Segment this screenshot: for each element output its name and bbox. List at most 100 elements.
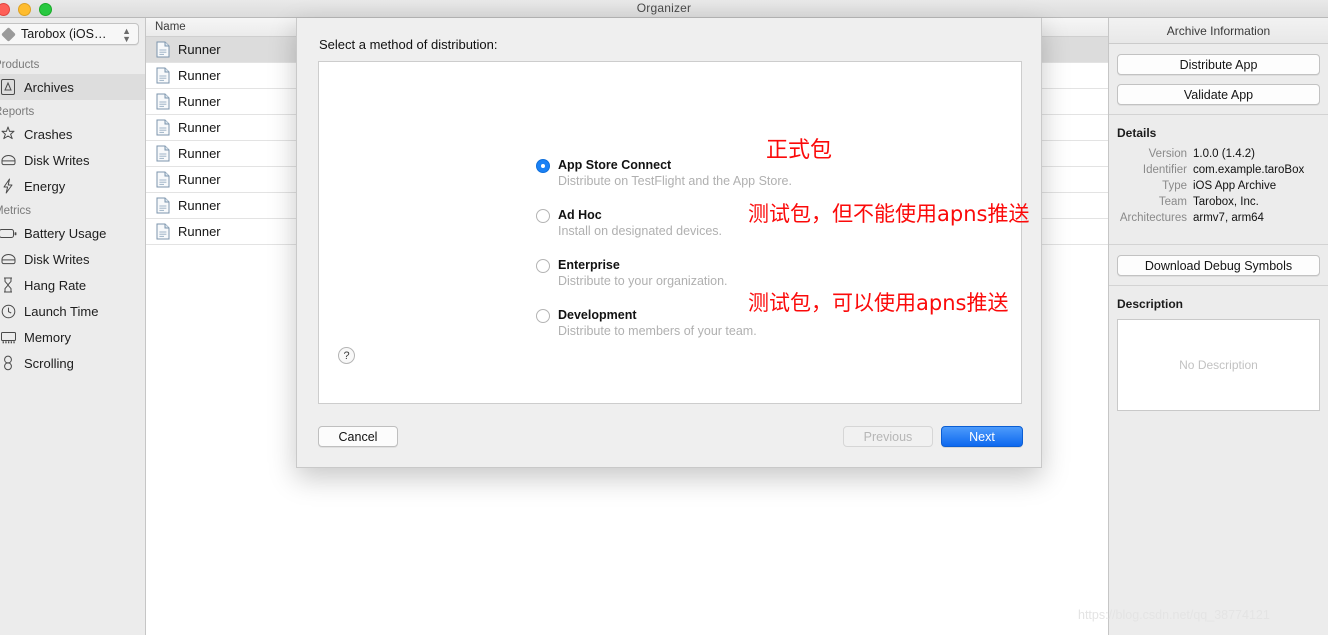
option-subtitle: Distribute on TestFlight and the App Sto… xyxy=(558,173,792,190)
distribution-method-dialog: Select a method of distribution: App Sto… xyxy=(296,18,1042,468)
previous-button: Previous xyxy=(843,426,933,447)
detail-value: armv7, arm64 xyxy=(1193,212,1264,224)
window-titlebar: Organizer xyxy=(0,0,1328,18)
hourglass-icon xyxy=(0,277,18,293)
detail-row-team: Team Tarobox, Inc. xyxy=(1109,196,1328,208)
chevron-up-down-icon: ▲▼ xyxy=(122,27,131,43)
cancel-button[interactable]: Cancel xyxy=(318,426,398,447)
sidebar-section-products: Products xyxy=(0,53,145,74)
sidebar-item-label: Archives xyxy=(24,80,74,95)
archive-name: Runner xyxy=(178,224,221,239)
archive-name: Runner xyxy=(178,146,221,161)
detail-value: 1.0.0 (1.4.2) xyxy=(1193,148,1255,160)
sidebar-item-disk-writes-metrics[interactable]: Disk Writes xyxy=(0,246,145,272)
clock-icon xyxy=(0,303,18,319)
sidebar-item-label: Scrolling xyxy=(24,356,74,371)
scheme-label: Tarobox (iOS… xyxy=(21,27,106,41)
annotation-official-build: 正式包 xyxy=(766,132,832,164)
radio-button-selected-icon[interactable] xyxy=(536,159,550,173)
sidebar-item-label: Disk Writes xyxy=(24,252,89,267)
detail-row-type: Type iOS App Archive xyxy=(1109,180,1328,192)
help-button[interactable]: ? xyxy=(338,347,355,364)
description-textarea[interactable]: No Description xyxy=(1117,319,1320,411)
detail-key: Architectures xyxy=(1109,212,1193,224)
details-list: Version 1.0.0 (1.4.2) Identifier com.exa… xyxy=(1109,148,1328,224)
document-icon xyxy=(156,119,170,136)
option-app-store-connect[interactable]: App Store Connect Distribute on TestFlig… xyxy=(536,158,792,190)
next-button[interactable]: Next xyxy=(941,426,1023,447)
sidebar-item-crashes[interactable]: Crashes xyxy=(0,121,145,147)
archive-name: Runner xyxy=(178,42,221,57)
sidebar-section-metrics: Metrics xyxy=(0,199,145,220)
sidebar-item-scrolling[interactable]: Scrolling xyxy=(0,350,145,376)
detail-key: Type xyxy=(1109,180,1193,192)
organizer-window: Organizer Tarobox (iOS… ▲▼ Products Arch… xyxy=(0,0,1328,635)
download-debug-symbols-button[interactable]: Download Debug Symbols xyxy=(1117,255,1320,276)
archive-icon xyxy=(0,79,18,95)
distribution-options-group: App Store Connect Distribute on TestFlig… xyxy=(536,158,792,358)
option-subtitle: Distribute to members of your team. xyxy=(558,323,792,340)
disk-icon xyxy=(0,152,18,168)
validate-app-button[interactable]: Validate App xyxy=(1117,84,1320,105)
option-title: Enterprise xyxy=(558,258,792,273)
disk-icon xyxy=(0,251,18,267)
document-icon xyxy=(156,93,170,110)
radio-button-icon[interactable] xyxy=(536,309,550,323)
distribute-app-button[interactable]: Distribute App xyxy=(1117,54,1320,75)
document-icon xyxy=(156,223,170,240)
archive-name: Runner xyxy=(178,94,221,109)
inspector-title: Archive Information xyxy=(1109,18,1328,44)
sidebar-item-label: Hang Rate xyxy=(24,278,86,293)
description-heading: Description xyxy=(1109,286,1328,319)
option-title: App Store Connect xyxy=(558,158,792,173)
archive-name: Runner xyxy=(178,172,221,187)
document-icon xyxy=(156,145,170,162)
document-icon xyxy=(156,197,170,214)
document-icon xyxy=(156,41,170,58)
scrolling-icon xyxy=(0,355,18,371)
archive-name: Runner xyxy=(178,120,221,135)
detail-value: iOS App Archive xyxy=(1193,180,1276,192)
bolt-icon xyxy=(0,178,18,194)
archive-name: Runner xyxy=(178,198,221,213)
sidebar-item-label: Battery Usage xyxy=(24,226,106,241)
detail-row-version: Version 1.0.0 (1.4.2) xyxy=(1109,148,1328,160)
window-title: Organizer xyxy=(0,1,1328,15)
options-well: App Store Connect Distribute on TestFlig… xyxy=(318,61,1022,404)
sidebar-item-energy[interactable]: Energy xyxy=(0,173,145,199)
crash-star-icon xyxy=(0,126,18,142)
diamond-scheme-icon xyxy=(1,27,16,42)
detail-value: Tarobox, Inc. xyxy=(1193,196,1259,208)
sidebar-item-archives[interactable]: Archives xyxy=(0,74,145,100)
document-icon xyxy=(156,171,170,188)
sidebar-item-label: Disk Writes xyxy=(24,153,89,168)
option-enterprise[interactable]: Enterprise Distribute to your organizati… xyxy=(536,258,792,290)
left-sidebar: Tarobox (iOS… ▲▼ Products Archives Repor… xyxy=(0,18,146,635)
sidebar-item-memory[interactable]: Memory xyxy=(0,324,145,350)
sidebar-item-disk-writes-reports[interactable]: Disk Writes xyxy=(0,147,145,173)
detail-key: Version xyxy=(1109,148,1193,160)
scheme-popup-button[interactable]: Tarobox (iOS… ▲▼ xyxy=(0,23,139,45)
sidebar-item-launch-time[interactable]: Launch Time xyxy=(0,298,145,324)
dialog-prompt: Select a method of distribution: xyxy=(319,37,498,52)
sidebar-item-label: Memory xyxy=(24,330,71,345)
sidebar-item-battery-usage[interactable]: Battery Usage xyxy=(0,220,145,246)
sidebar-item-label: Crashes xyxy=(24,127,72,142)
detail-row-architectures: Architectures armv7, arm64 xyxy=(1109,212,1328,224)
document-icon xyxy=(156,67,170,84)
details-heading: Details xyxy=(1109,115,1328,148)
annotation-development-apns: 测试包，可以使用apns推送 xyxy=(748,287,1008,317)
annotation-adhoc-no-apns: 测试包，但不能使用apns推送 xyxy=(748,198,1029,228)
battery-icon xyxy=(0,225,18,241)
detail-value: com.example.taroBox xyxy=(1193,164,1304,176)
radio-button-icon[interactable] xyxy=(536,209,550,223)
detail-key: Team xyxy=(1109,196,1193,208)
radio-button-icon[interactable] xyxy=(536,259,550,273)
detail-key: Identifier xyxy=(1109,164,1193,176)
archive-name: Runner xyxy=(178,68,221,83)
detail-row-identifier: Identifier com.example.taroBox xyxy=(1109,164,1328,176)
sidebar-item-hang-rate[interactable]: Hang Rate xyxy=(0,272,145,298)
archive-information-panel: Archive Information Distribute App Valid… xyxy=(1108,18,1328,635)
watermark: https://blog.csdn.net/qq_38774121 xyxy=(1078,608,1270,622)
sidebar-section-reports: Reports xyxy=(0,100,145,121)
